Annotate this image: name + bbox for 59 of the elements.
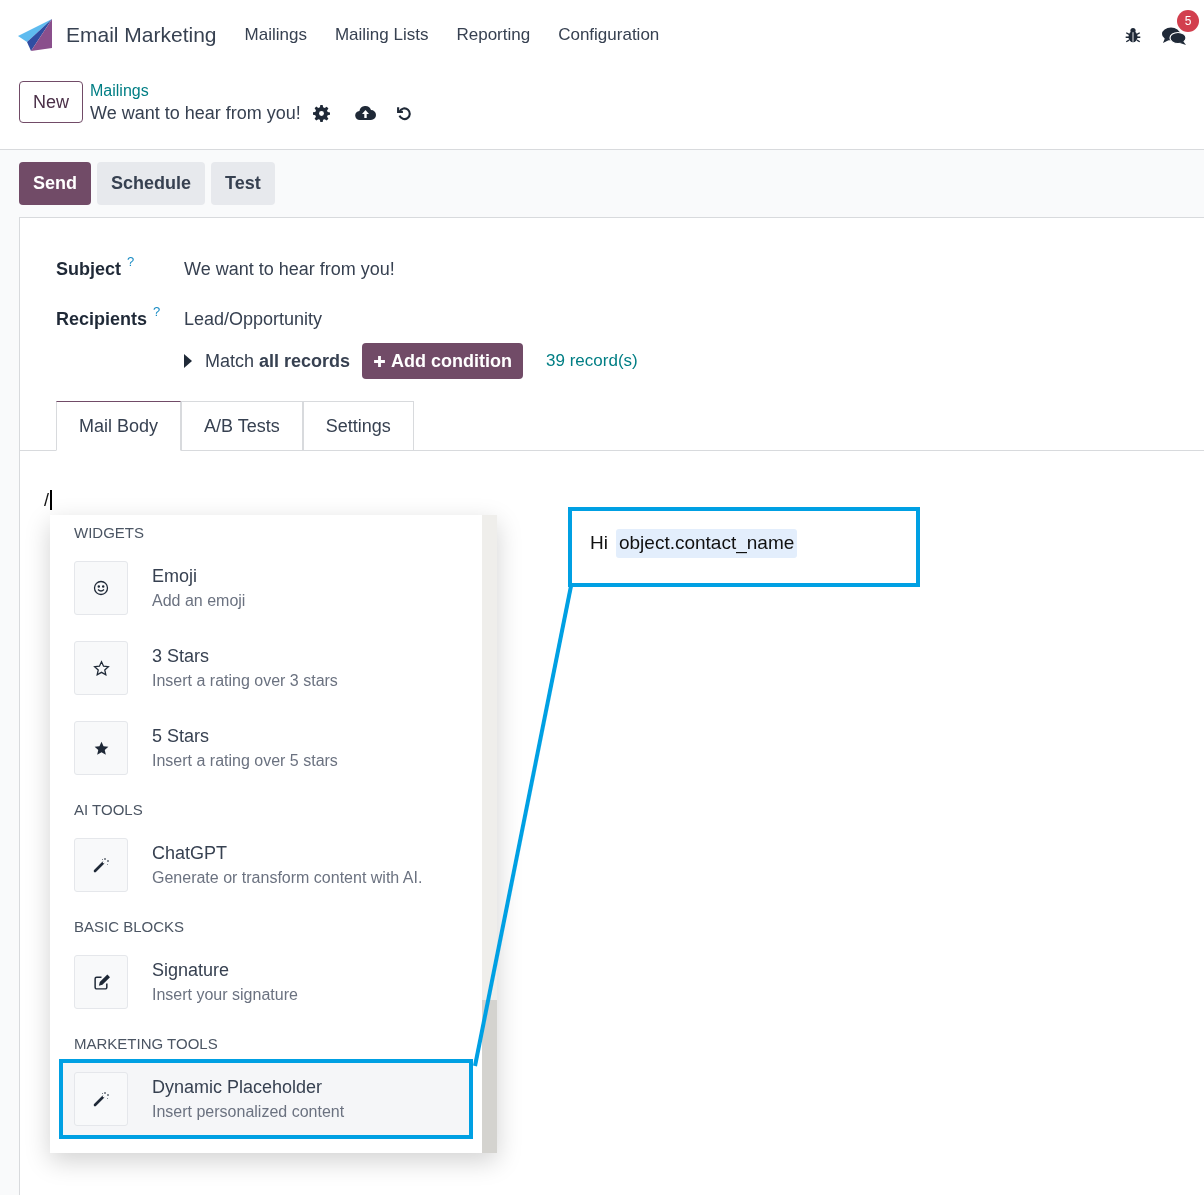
tab[interactable]: Settings [302, 401, 414, 451]
notification-badge: 5 [1177, 10, 1199, 32]
command-item[interactable]: Dynamic Placeholder Insert personalized content [59, 1059, 473, 1139]
chat-icon[interactable] [1162, 26, 1187, 46]
field-value[interactable]: Lead/Opportunity [184, 306, 323, 333]
command-description: Insert your signature [152, 985, 298, 1005]
action-button[interactable]: Test [211, 162, 275, 205]
command-title: Dynamic Placeholder [152, 1076, 324, 1099]
placeholder-chip: object.contact_name [615, 529, 798, 558]
command-title: 3 Stars [152, 645, 211, 668]
tab[interactable]: A/B Tests [181, 401, 303, 451]
add-condition-button[interactable]: Add condition [362, 343, 524, 379]
scrollbar[interactable] [482, 515, 497, 1153]
breadcrumb-link[interactable]: Mailings [90, 81, 413, 101]
bug-icon[interactable] [1124, 26, 1142, 44]
action-button[interactable]: Schedule [97, 162, 206, 205]
send-button[interactable]: Send [19, 162, 91, 205]
command-description: Insert a rating over 5 stars [152, 751, 338, 771]
magic-wand-icon [93, 1091, 109, 1107]
editor-text[interactable]: / [44, 490, 52, 510]
settings-icon[interactable] [312, 104, 330, 122]
command-description: Insert a rating over 3 stars [152, 671, 338, 691]
smile-icon [93, 580, 109, 596]
field-label: Recipients [56, 308, 148, 331]
record-title: We want to hear from you! [90, 102, 301, 125]
star-outline-icon [92, 659, 110, 677]
group-heading: BASIC BLOCKS [73, 917, 186, 937]
help-tooltip[interactable]: ? [153, 302, 161, 322]
star-icon [92, 739, 110, 757]
menu-item[interactable]: Reporting [442, 22, 545, 48]
expand-caret-icon[interactable] [184, 354, 192, 368]
edit-icon [92, 973, 110, 991]
cloud-upload-icon[interactable] [354, 105, 376, 121]
command-description: Generate or transform content with AI. [152, 868, 423, 888]
menu-item[interactable]: Configuration [544, 22, 674, 48]
menu-item[interactable]: Mailing Lists [320, 22, 443, 48]
app-name[interactable]: Email Marketing [66, 19, 217, 51]
app-logo [17, 18, 53, 52]
field-label: Subject [56, 258, 121, 281]
group-heading: AI TOOLS [73, 800, 144, 820]
command-description: Add an emoji [152, 591, 246, 611]
command-title: ChatGPT [152, 842, 229, 865]
greeting-text: Hi [590, 531, 608, 555]
tab[interactable]: Mail Body [56, 401, 182, 451]
command-title: 5 Stars [152, 725, 211, 748]
help-tooltip[interactable]: ? [127, 252, 135, 272]
group-heading: MARKETING TOOLS [73, 1034, 219, 1054]
command-title: Emoji [152, 565, 198, 588]
command-title: Signature [152, 959, 231, 982]
new-button[interactable]: New [19, 81, 83, 123]
magic-wand-icon [93, 857, 109, 873]
field-value[interactable]: We want to hear from you! [184, 256, 395, 283]
undo-icon[interactable] [395, 104, 413, 122]
record-count-link[interactable]: 39 record(s) [546, 348, 638, 374]
domain-summary: Match all records [205, 349, 351, 373]
plus-icon [373, 354, 387, 368]
menu-item[interactable]: Mailings [230, 22, 321, 48]
command-description: Insert personalized content [152, 1102, 345, 1122]
group-heading: WIDGETS [73, 523, 145, 543]
